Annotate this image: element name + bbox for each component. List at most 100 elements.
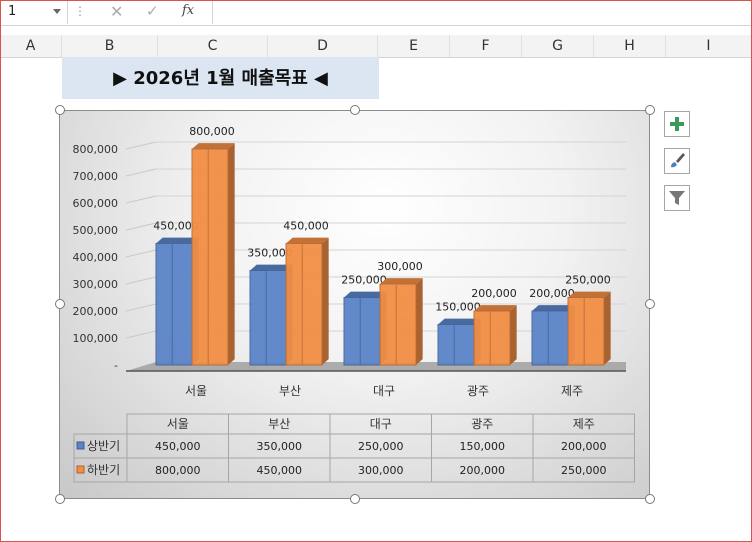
- bar-side: [604, 291, 611, 365]
- data-label: 300,000: [377, 260, 423, 273]
- gridline-left: [125, 276, 157, 285]
- bar-top: [192, 143, 235, 149]
- chart-filters-button[interactable]: [664, 185, 690, 211]
- column-header-g[interactable]: G: [522, 35, 594, 57]
- legend-key: [76, 441, 85, 450]
- y-tick-label: 100,000: [73, 332, 119, 345]
- name-box-value: 1: [8, 4, 17, 19]
- name-box[interactable]: 1: [0, 0, 68, 24]
- bar-side: [416, 278, 423, 365]
- chart-area[interactable]: - 100,000 200,000 300,000 400,000 500,000 600,…: [59, 110, 650, 499]
- formula-input[interactable]: [212, 0, 752, 24]
- bar-top: [380, 278, 423, 284]
- resize-handle-t[interactable]: [350, 105, 360, 115]
- y-tick-label: -: [114, 359, 118, 372]
- resize-handle-r[interactable]: [645, 299, 655, 309]
- column-header-c[interactable]: C: [158, 35, 268, 57]
- filter-icon: [669, 191, 685, 205]
- x-tick-label: 부산: [279, 384, 301, 398]
- legend-key: [76, 465, 85, 474]
- bar-하반기-서울: [191, 148, 229, 366]
- brush-icon: [671, 153, 685, 168]
- formula-bar: 1 ⋮ ✕ ✓ fx: [0, 0, 752, 26]
- more-icon: ⋮: [74, 4, 86, 18]
- bar-상반기-제주: [531, 310, 569, 366]
- column-header-i[interactable]: I: [666, 35, 752, 57]
- data-table-cell: 200,000: [561, 440, 607, 453]
- bar-상반기-대구: [343, 297, 381, 366]
- y-tick-label: 600,000: [73, 197, 119, 210]
- gridline-left: [125, 303, 157, 312]
- data-table-header-cell: 부산: [268, 417, 290, 431]
- bar-top: [568, 291, 611, 298]
- chevron-down-icon[interactable]: [53, 9, 61, 14]
- data-table-cell: 800,000: [155, 464, 201, 477]
- data-label: 250,000: [565, 274, 611, 287]
- resize-handle-br[interactable]: [645, 494, 655, 504]
- title-cell[interactable]: ▶ 2026년 1월 매출목표 ◀: [62, 57, 379, 99]
- legend-label: 상반기: [87, 439, 120, 453]
- data-table-header-cell: 광주: [471, 417, 493, 431]
- gridline-left: [125, 195, 157, 204]
- x-tick-label: 광주: [467, 384, 489, 398]
- gridline-left: [125, 141, 157, 150]
- y-tick-label: 200,000: [73, 305, 119, 318]
- chart-elements-button[interactable]: [664, 111, 690, 137]
- column-header-b[interactable]: B: [62, 35, 158, 57]
- column-header-f[interactable]: F: [450, 35, 522, 57]
- plus-icon: [670, 117, 684, 131]
- y-tick-label: 500,000: [73, 224, 119, 237]
- gridline-left: [125, 330, 157, 339]
- y-tick-label: 700,000: [73, 170, 119, 183]
- data-table-cell: 450,000: [257, 464, 303, 477]
- x-tick-label: 대구: [373, 384, 395, 398]
- bar-하반기-제주: [567, 297, 605, 366]
- column-header-d[interactable]: D: [268, 35, 378, 57]
- fx-icon[interactable]: fx: [182, 3, 194, 18]
- bar-하반기-부산: [285, 243, 323, 366]
- bar-side: [510, 305, 517, 365]
- column-header-h[interactable]: H: [594, 35, 666, 57]
- column-headers: A B C D E F G H I: [0, 35, 752, 58]
- bar-상반기-부산: [249, 270, 287, 366]
- data-table-cell: 250,000: [561, 464, 607, 477]
- cancel-icon[interactable]: ✕: [110, 2, 123, 21]
- data-table-header-cell: 서울: [167, 417, 189, 431]
- gridline-left: [125, 168, 157, 177]
- resize-handle-l[interactable]: [55, 299, 65, 309]
- bar-chart: - 100,000 200,000 300,000 400,000 500,000 600,…: [73, 125, 635, 483]
- resize-handle-b[interactable]: [350, 494, 360, 504]
- resize-handle-tr[interactable]: [645, 105, 655, 115]
- x-tick-label: 서울: [185, 384, 207, 398]
- data-table-cell: 350,000: [257, 440, 303, 453]
- gridline-left: [125, 249, 157, 258]
- bar-상반기-광주: [437, 324, 475, 366]
- chart-styles-button[interactable]: [664, 148, 690, 174]
- bar-상반기-서울: [155, 243, 193, 366]
- bar-하반기-광주: [473, 310, 511, 366]
- column-header-a[interactable]: A: [0, 35, 62, 57]
- data-table-header-cell: 대구: [370, 417, 392, 431]
- resize-handle-bl[interactable]: [55, 494, 65, 504]
- data-table-cell: 450,000: [155, 440, 201, 453]
- y-tick-label: 300,000: [73, 278, 119, 291]
- data-label: 200,000: [471, 287, 517, 300]
- data-label: 450,000: [283, 220, 329, 233]
- data-table-cell: 150,000: [460, 440, 506, 453]
- check-icon[interactable]: ✓: [146, 2, 159, 20]
- bar-side: [228, 143, 235, 365]
- data-table-cell: 200,000: [460, 464, 506, 477]
- data-table-cell: 250,000: [358, 440, 404, 453]
- data-label: 800,000: [189, 125, 235, 138]
- legend-label: 하반기: [87, 463, 120, 477]
- bar-top: [286, 237, 329, 244]
- y-tick-label: 400,000: [73, 251, 119, 264]
- data-table-cell: 300,000: [358, 464, 404, 477]
- column-header-e[interactable]: E: [378, 35, 450, 57]
- bar-하반기-대구: [379, 283, 417, 366]
- bar-top: [474, 305, 517, 311]
- y-tick-label: 800,000: [73, 143, 119, 156]
- data-table-header-cell: 제주: [573, 417, 595, 431]
- x-tick-label: 제주: [561, 384, 583, 398]
- resize-handle-tl[interactable]: [55, 105, 65, 115]
